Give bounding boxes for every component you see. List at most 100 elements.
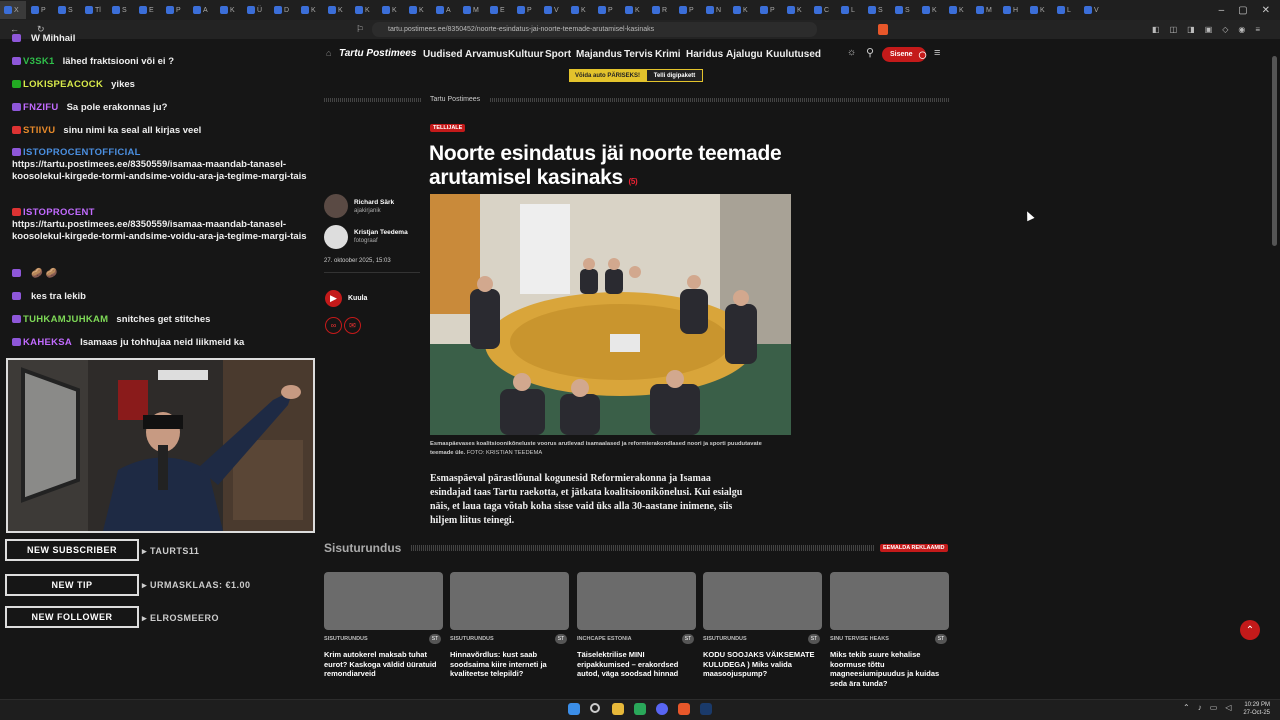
browser-tab[interactable]: N <box>702 1 728 19</box>
browser-tab[interactable]: X <box>0 1 26 19</box>
menu-icon[interactable]: ≡ <box>1255 25 1260 34</box>
author1-name[interactable]: Richard Särk <box>354 199 394 206</box>
nav-item-uudised[interactable]: Uudised <box>423 49 462 60</box>
sponsored-card[interactable]: SISUTURUNDUS ST Krim autokerel maksab tuha… <box>324 572 443 678</box>
search-taskbar-icon[interactable] <box>590 703 600 713</box>
email-icon[interactable]: ✉ <box>344 317 361 334</box>
browser-tab[interactable]: D <box>270 1 296 19</box>
microphone-icon[interactable]: ♪ <box>1198 703 1202 712</box>
extension-icon[interactable]: ▣ <box>1205 25 1213 34</box>
browser-tab[interactable]: K <box>783 1 809 19</box>
nav-item-sport[interactable]: Sport <box>545 49 571 60</box>
tray-chevron-icon[interactable]: ⌃ <box>1183 703 1190 712</box>
browser-tab[interactable]: E <box>486 1 512 19</box>
browser-tab[interactable]: K <box>216 1 242 19</box>
promo-subscribe[interactable]: Telli digipakett <box>646 69 703 82</box>
windows-start-icon[interactable] <box>568 703 580 715</box>
extension-icon[interactable]: ◫ <box>1170 25 1178 34</box>
browser-tab[interactable]: K <box>621 1 647 19</box>
browser-tab[interactable]: C <box>810 1 836 19</box>
comment-count[interactable]: (5) <box>628 177 637 186</box>
article-photo[interactable] <box>430 194 791 435</box>
browser-tab[interactable]: K <box>945 1 971 19</box>
card-thumbnail[interactable] <box>450 572 569 630</box>
url-bar[interactable]: tartu.postimees.ee/8350452/noorte-esinda… <box>372 22 817 37</box>
brave-browser-icon[interactable] <box>678 703 690 715</box>
browser-tab[interactable]: S <box>864 1 890 19</box>
nav-item-ajalugu[interactable]: Ajalugu <box>726 49 763 60</box>
browser-tab[interactable]: P <box>675 1 701 19</box>
nav-item-kultuur[interactable]: Kultuur <box>508 49 544 60</box>
extension-icon[interactable]: ◨ <box>1187 25 1195 34</box>
browser-tab[interactable]: K <box>729 1 755 19</box>
close-icon[interactable]: ✕ <box>1262 5 1270 16</box>
browser-tab[interactable]: H <box>999 1 1025 19</box>
link-icon[interactable]: ∞ <box>325 317 342 334</box>
browser-tab[interactable]: V <box>1080 1 1106 19</box>
browser-tab[interactable]: S <box>891 1 917 19</box>
discord-icon[interactable] <box>656 703 668 715</box>
author-avatar[interactable] <box>324 194 348 218</box>
promo-win-car[interactable]: Võida auto PÄRISEKS! <box>569 69 646 82</box>
photographer-avatar[interactable] <box>324 225 348 249</box>
browser-tab[interactable]: K <box>378 1 404 19</box>
card-title[interactable]: Täiselektrilise MINI eripakkumised – era… <box>577 650 695 679</box>
browser-tab[interactable]: K <box>324 1 350 19</box>
browser-tab[interactable]: K <box>1026 1 1052 19</box>
sponsored-card[interactable]: SISUTURUNDUS ST KODU SOOJAKS VÄIKSEMATE KU… <box>703 572 822 678</box>
browser-tab[interactable]: K <box>405 1 431 19</box>
browser-tab[interactable]: M <box>972 1 998 19</box>
sponsored-card[interactable]: SINU TERVISE HEAKS ST Miks tekib suure keh… <box>830 572 949 688</box>
volume-icon[interactable]: ◁ <box>1225 703 1231 712</box>
browser-tab[interactable]: V <box>540 1 566 19</box>
browser-tab[interactable]: P <box>27 1 53 19</box>
card-thumbnail[interactable] <box>577 572 696 630</box>
listen-label[interactable]: Kuula <box>348 295 367 302</box>
maximize-icon[interactable]: ▢ <box>1238 5 1247 16</box>
browser-tab[interactable]: K <box>297 1 323 19</box>
login-button[interactable]: Sisene ◯ <box>882 47 926 62</box>
browser-tab[interactable]: Ü <box>243 1 269 19</box>
steam-icon[interactable] <box>700 703 712 715</box>
sponsored-card[interactable]: SISUTURUNDUS ST Hinnavõrdlus: kust saab so… <box>450 572 569 678</box>
browser-tab[interactable]: P <box>756 1 782 19</box>
nav-item-majandus[interactable]: Majandus <box>576 49 622 60</box>
card-title[interactable]: Miks tekib suure kehalise koormuse tõttu… <box>830 650 948 688</box>
obs-icon[interactable] <box>634 703 646 715</box>
minimize-icon[interactable]: – <box>1219 5 1225 16</box>
search-icon[interactable]: ⚲ <box>866 46 874 59</box>
nav-item-tervis[interactable]: Tervis <box>624 49 653 60</box>
card-thumbnail[interactable] <box>703 572 822 630</box>
browser-tab[interactable]: M <box>459 1 485 19</box>
sponsored-card[interactable]: INCHCAPE ESTONIA ST Täiselektrilise MINI e… <box>577 572 696 678</box>
browser-tab[interactable]: Tl <box>81 1 107 19</box>
browser-tab[interactable]: S <box>54 1 80 19</box>
theme-toggle-icon[interactable]: ☼ <box>847 47 856 58</box>
remove-ads-button[interactable]: EEMALDA REKLAAMID <box>880 544 948 552</box>
hamburger-menu-icon[interactable]: ≡ <box>934 47 940 59</box>
card-thumbnail[interactable] <box>830 572 949 630</box>
browser-tab[interactable]: P <box>594 1 620 19</box>
site-logo[interactable]: Tartu Postimees <box>339 48 416 59</box>
file-explorer-icon[interactable] <box>612 703 624 715</box>
browser-tab[interactable]: K <box>351 1 377 19</box>
browser-tab[interactable]: P <box>513 1 539 19</box>
browser-tab[interactable]: S <box>108 1 134 19</box>
extension-icon[interactable]: ◇ <box>1222 25 1228 34</box>
extension-icon[interactable]: ◉ <box>1238 25 1245 34</box>
author2-name[interactable]: Kristjan Teedema <box>354 229 408 236</box>
browser-tab[interactable]: L <box>1053 1 1079 19</box>
browser-tab[interactable]: K <box>567 1 593 19</box>
card-thumbnail[interactable] <box>324 572 443 630</box>
extension-icon[interactable]: ◧ <box>1152 25 1160 34</box>
page-scrollbar[interactable] <box>1272 56 1277 246</box>
browser-tab[interactable]: L <box>837 1 863 19</box>
browser-tab[interactable]: K <box>918 1 944 19</box>
bookmark-icon[interactable]: ⚐ <box>356 24 364 35</box>
nav-item-krimi[interactable]: Krimi <box>655 49 681 60</box>
browser-tab[interactable]: E <box>135 1 161 19</box>
network-icon[interactable]: ▭ <box>1210 703 1218 712</box>
nav-item-haridus[interactable]: Haridus <box>686 49 723 60</box>
scroll-to-top-button[interactable]: ⌃ <box>1240 620 1260 640</box>
section-label[interactable]: Tartu Postimees <box>430 96 480 103</box>
